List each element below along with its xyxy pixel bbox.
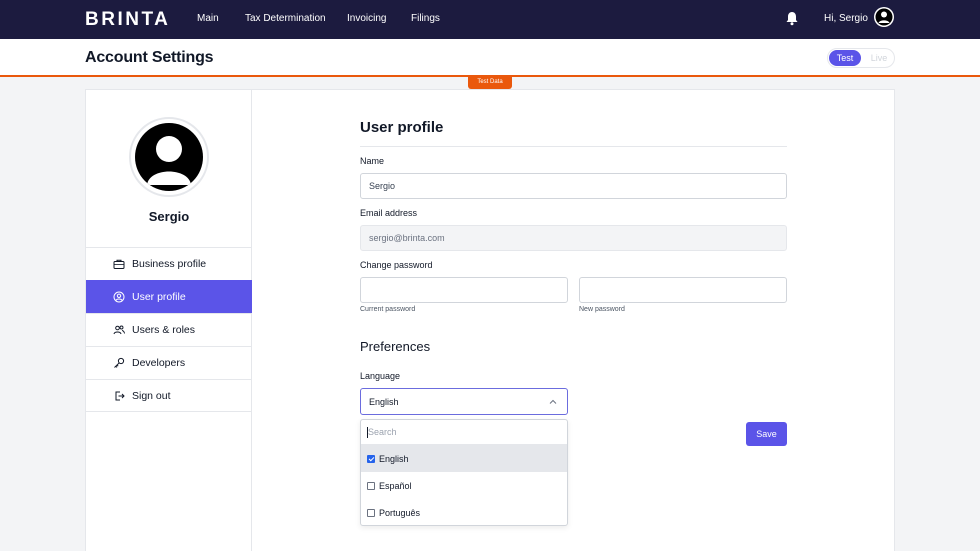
user-avatar-icon[interactable]: [874, 7, 894, 27]
sidebar-item-developers[interactable]: Developers: [86, 346, 252, 379]
settings-card: Sergio Business profile User profile Use…: [85, 89, 895, 551]
environment-toggle[interactable]: Test Live: [827, 48, 895, 68]
new-password-label: New password: [579, 306, 625, 313]
page-header: Account Settings Test Live: [0, 39, 980, 77]
sidebar-item-label: Users & roles: [132, 324, 196, 336]
new-password-field[interactable]: [579, 277, 787, 303]
language-option-english[interactable]: English: [361, 445, 567, 472]
profile-name: Sergio: [148, 209, 190, 224]
users-icon: [113, 325, 125, 335]
sidebar-item-label: User profile: [132, 291, 186, 303]
current-password-label: Current password: [360, 306, 416, 313]
checkbox-checked[interactable]: [367, 454, 375, 463]
save-button[interactable]: Save: [746, 422, 787, 446]
test-data-badge: Test Data: [468, 76, 512, 89]
language-option-espanol[interactable]: Español: [361, 472, 567, 499]
settings-menu: Business profile User profile Users & ro…: [86, 247, 252, 412]
sidebar-item-label: Sign out: [132, 389, 171, 402]
user-circle-icon: [113, 291, 125, 303]
email-label: Email address: [360, 208, 418, 218]
nav-link-invoicing[interactable]: Invoicing: [347, 13, 386, 24]
brinta-logo[interactable]: BRINTA: [85, 9, 170, 31]
section-title: User profile: [360, 119, 444, 136]
checkbox[interactable]: [367, 508, 375, 517]
language-option-label: Español: [379, 480, 412, 491]
nav-link-filings[interactable]: Filings: [411, 13, 440, 24]
sign-out-icon: [115, 391, 125, 400]
language-option-portugues[interactable]: Português: [361, 499, 567, 525]
profile-avatar: [129, 117, 209, 197]
language-option-label: English: [379, 453, 409, 464]
top-navbar: BRINTA Main Tax Determination Invoicing …: [0, 0, 980, 39]
email-field-value: sergio@brinta.com: [369, 233, 445, 243]
toggle-live[interactable]: Live: [866, 50, 892, 66]
language-search-input[interactable]: Search: [361, 420, 567, 445]
current-password-field[interactable]: [360, 277, 568, 303]
section-divider: [360, 146, 787, 147]
name-field[interactable]: Sergio: [360, 173, 787, 199]
email-field: sergio@brinta.com: [360, 225, 787, 251]
page-title: Account Settings: [85, 49, 214, 66]
language-label: Language: [360, 371, 401, 381]
name-field-value: Sergio: [369, 181, 396, 191]
name-label: Name: [360, 156, 385, 166]
language-select-value: English: [369, 396, 399, 407]
bell-icon[interactable]: [785, 11, 799, 26]
settings-sidebar: Sergio Business profile User profile Use…: [86, 90, 252, 551]
change-password-label: Change password: [360, 260, 433, 270]
sidebar-item-business-profile[interactable]: Business profile: [86, 247, 252, 280]
sidebar-item-label: Business profile: [132, 258, 207, 270]
sidebar-item-label: Developers: [132, 357, 186, 369]
sidebar-item-sign-out[interactable]: Sign out: [86, 379, 252, 412]
user-silhouette-icon: [147, 136, 191, 185]
language-select[interactable]: English: [360, 388, 568, 415]
nav-link-tax-determination[interactable]: Tax Determination: [245, 13, 326, 24]
checkbox[interactable]: [367, 481, 375, 490]
sidebar-item-users-roles[interactable]: Users & roles: [86, 313, 252, 346]
language-option-label: Português: [379, 507, 421, 518]
language-search-placeholder: Search: [368, 427, 397, 437]
chevron-up-icon: [549, 399, 557, 404]
sidebar-item-user-profile[interactable]: User profile: [86, 280, 252, 313]
nav-link-main[interactable]: Main: [197, 13, 219, 24]
language-dropdown: Search English Español Português: [360, 419, 568, 526]
briefcase-icon: [113, 259, 125, 269]
key-icon: [114, 357, 125, 368]
toggle-test[interactable]: Test: [829, 50, 861, 66]
user-greeting[interactable]: Hi, Sergio: [824, 13, 868, 24]
preferences-title: Preferences: [360, 339, 431, 354]
